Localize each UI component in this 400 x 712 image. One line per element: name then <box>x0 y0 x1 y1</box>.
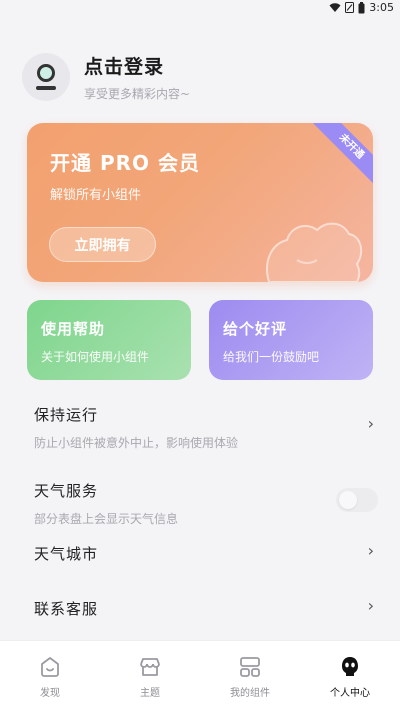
tab-my-widgets-label: 我的组件 <box>230 688 270 699</box>
bottom-tab-bar: 发现 主题 我的组件 个人中心 <box>0 640 400 712</box>
battery-icon <box>358 1 365 13</box>
profile-header[interactable]: 点击登录 享受更多精彩内容~ <box>22 52 190 102</box>
pro-card-subtitle: 解锁所有小组件 <box>50 188 142 203</box>
chevron-right-icon: › <box>367 596 374 615</box>
status-time: 3:05 <box>369 1 394 14</box>
rate-card-title: 给个好评 <box>223 320 288 338</box>
tab-my-widgets[interactable]: 我的组件 <box>200 641 300 712</box>
keep-running-title: 保持运行 <box>34 406 99 424</box>
login-subtitle: 享受更多精彩内容~ <box>84 87 191 101</box>
contact-title: 联系客服 <box>34 600 99 618</box>
weather-service-toggle[interactable] <box>336 488 378 512</box>
login-title[interactable]: 点击登录 <box>84 52 190 79</box>
tab-profile-center[interactable]: 个人中心 <box>300 641 400 712</box>
wifi-icon <box>329 2 341 12</box>
sim-icon <box>345 2 355 13</box>
setting-keep-running[interactable]: 保持运行 防止小组件被意外中止，影响使用体验 › <box>34 404 374 451</box>
setting-weather-service: 天气服务 部分表盘上会显示天气信息 <box>34 480 378 527</box>
keep-running-subtitle: 防止小组件被意外中止，影响使用体验 <box>34 436 239 450</box>
status-icons: 3:05 <box>329 1 394 14</box>
rate-card-subtitle: 给我们一份鼓励吧 <box>223 350 320 364</box>
avatar-icon <box>35 64 57 90</box>
pro-card-title: 开通 PRO 会员 <box>50 151 200 175</box>
chevron-right-icon: › <box>367 541 374 560</box>
help-card-title: 使用帮助 <box>41 320 106 338</box>
tab-profile-center-label: 个人中心 <box>330 688 370 699</box>
rate-card[interactable]: 给个好评 给我们一份鼓励吧 <box>209 300 373 380</box>
status-ribbon: 未开通 <box>303 123 373 193</box>
setting-weather-city[interactable]: 天气城市 › <box>34 541 374 564</box>
tab-theme-label: 主题 <box>140 688 160 699</box>
help-card-subtitle: 关于如何使用小组件 <box>41 350 150 364</box>
get-pro-button[interactable]: 立即拥有 <box>49 227 156 262</box>
help-card[interactable]: 使用帮助 关于如何使用小组件 <box>27 300 191 380</box>
mascot-illustration-icon <box>266 222 363 282</box>
profile-face-icon <box>342 657 358 676</box>
toggle-knob <box>339 491 357 509</box>
pro-membership-card[interactable]: 开通 PRO 会员 解锁所有小组件 立即拥有 未开通 <box>27 123 373 282</box>
theme-shop-icon <box>140 658 160 676</box>
weather-service-subtitle: 部分表盘上会显示天气信息 <box>34 512 179 526</box>
tab-discover-label: 发现 <box>40 688 60 699</box>
weather-city-title: 天气城市 <box>34 545 99 563</box>
tab-theme[interactable]: 主题 <box>100 641 200 712</box>
avatar[interactable] <box>22 53 70 101</box>
widgets-grid-icon <box>240 657 260 677</box>
chevron-right-icon: › <box>367 414 374 433</box>
ribbon-label: 未开通 <box>308 123 373 190</box>
discover-icon <box>41 657 59 677</box>
status-bar: 3:05 <box>0 0 400 16</box>
weather-service-title: 天气服务 <box>34 482 99 500</box>
setting-contact[interactable]: 联系客服 › <box>34 596 374 619</box>
tab-discover[interactable]: 发现 <box>0 641 100 712</box>
